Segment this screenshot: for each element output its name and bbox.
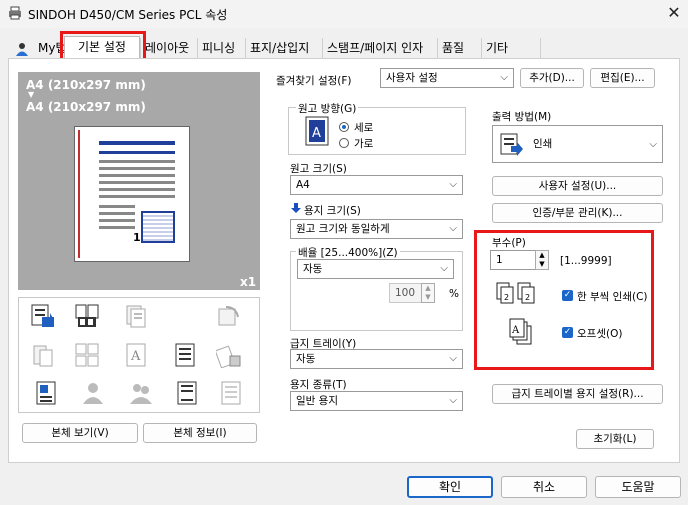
title-bar: SINDOH D450/CM Series PCL 속성 ✕: [0, 0, 688, 28]
chevron-down-icon: ⌵: [449, 223, 457, 234]
header-footer-icon: [177, 381, 197, 405]
chevron-down-icon: ⌵: [440, 263, 448, 274]
close-icon[interactable]: ✕: [664, 2, 684, 24]
chevron-down-icon: ⌵: [449, 179, 457, 190]
copies-indicator: x1: [240, 275, 257, 289]
tab-other[interactable]: 기타: [481, 38, 541, 58]
auth-account-button[interactable]: 인증/부문 관리(K)...: [492, 203, 663, 223]
zoom-label: 배율 [25...400%](Z): [296, 245, 400, 260]
favorites-value: 사용자 설정: [386, 72, 438, 84]
tray-icon: [221, 381, 241, 405]
original-size-select[interactable]: A4 ⌵: [290, 175, 463, 195]
landscape-label: 가로: [354, 138, 374, 150]
svg-text:A: A: [312, 126, 321, 141]
down-arrow-icon: ▼: [28, 90, 35, 99]
paper-size-value: 원고 크기와 동일하게: [296, 223, 390, 235]
zoom-value: 100: [395, 287, 416, 299]
edit-button[interactable]: 편집(E)...: [590, 68, 655, 88]
svg-text:A: A: [130, 349, 141, 364]
multi-page-icon: [75, 343, 99, 367]
text-page-icon: [175, 343, 195, 367]
zoom-unit: %: [449, 288, 459, 300]
tab-cover-insert[interactable]: 표지/삽입지: [245, 38, 313, 58]
paper-tray-select[interactable]: 자동 ⌵: [290, 349, 463, 369]
preview-view-button[interactable]: 본체 보기(V): [22, 423, 138, 443]
print-output-icon[interactable]: [30, 303, 56, 329]
orientation-label: 원고 방향(G): [296, 101, 359, 116]
rotate-page-icon: [218, 306, 239, 326]
tab-layout[interactable]: 레이아웃: [140, 38, 193, 58]
portrait-label: 세로: [354, 122, 374, 134]
landscape-radio[interactable]: [339, 138, 349, 148]
paper-type-label: 용지 종류(T): [290, 379, 347, 391]
paper-original-label: A4 (210x297 mm): [26, 78, 146, 92]
preview-page: 1: [74, 126, 190, 262]
favorites-select[interactable]: 사용자 설정 ⌵: [380, 68, 514, 88]
user-settings-button[interactable]: 사용자 설정(U)...: [492, 176, 663, 196]
output-method-label: 출력 방법(M): [492, 111, 552, 123]
device-info-button[interactable]: 본체 정보(I): [143, 423, 257, 443]
font-icon: A: [126, 343, 146, 367]
chevron-down-icon: ⌵: [449, 353, 457, 364]
original-size-value: A4: [296, 179, 310, 191]
chevron-down-icon: ⌵: [449, 395, 457, 406]
portrait-page-icon: A: [305, 116, 329, 146]
printer-icon: [9, 6, 21, 20]
paper-type-value: 일반 용지: [296, 395, 338, 407]
secure-print-icon: [216, 345, 241, 368]
output-method-value: 인쇄: [533, 138, 553, 150]
chevron-down-icon: ⌵: [500, 72, 508, 83]
favorites-label: 즐겨찾기 설정(F): [276, 75, 352, 87]
paper-size-label: 용지 크기(S): [304, 205, 361, 217]
tab-finishing[interactable]: 피니싱: [197, 38, 239, 58]
original-size-label: 원고 크기(S): [290, 163, 347, 175]
zoom-mode-value: 자동: [303, 263, 323, 275]
portrait-radio[interactable]: [339, 122, 349, 132]
paper-output-label: A4 (210x297 mm): [26, 100, 146, 114]
page-number: 1: [133, 231, 141, 244]
document-copy-icon: [126, 305, 146, 328]
user-icon: [16, 43, 28, 56]
combine-pages-icon[interactable]: [74, 303, 100, 329]
print-output-icon: [500, 133, 523, 156]
reset-button[interactable]: 초기화(L): [576, 429, 654, 449]
tab-quality[interactable]: 품질: [437, 38, 468, 58]
ok-button[interactable]: 확인: [407, 476, 493, 498]
window-title: SINDOH D450/CM Series PCL 속성: [28, 8, 228, 22]
stamp-page-icon[interactable]: [34, 380, 60, 406]
paper-size-select[interactable]: 원고 크기와 동일하게 ⌵: [290, 219, 463, 239]
highlight-copies-box: [474, 230, 654, 370]
help-button[interactable]: 도움말: [595, 476, 681, 498]
zoom-mode-select[interactable]: 자동 ⌵: [297, 259, 454, 279]
tray-paper-button[interactable]: 급지 트레이별 용지 설정(R)...: [492, 384, 663, 404]
chevron-down-icon: ⌵: [649, 139, 657, 150]
account-track-icon: [130, 384, 152, 404]
arrow-down-icon: [291, 203, 301, 213]
add-button[interactable]: 추가(D)...: [520, 68, 584, 88]
paper-type-select[interactable]: 일반 용지 ⌵: [290, 391, 463, 411]
output-method-select[interactable]: 인쇄 ⌵: [492, 125, 663, 163]
user-auth-icon: [83, 383, 103, 404]
zoom-spinner[interactable]: ▲ ▼: [421, 283, 435, 303]
cancel-button[interactable]: 취소: [501, 476, 587, 498]
tab-stamp[interactable]: 스탬프/페이지 인자: [322, 38, 427, 58]
zoom-value-input[interactable]: 100: [389, 283, 425, 303]
booklet-icon: [33, 345, 53, 367]
paper-tray-value: 자동: [296, 353, 316, 365]
